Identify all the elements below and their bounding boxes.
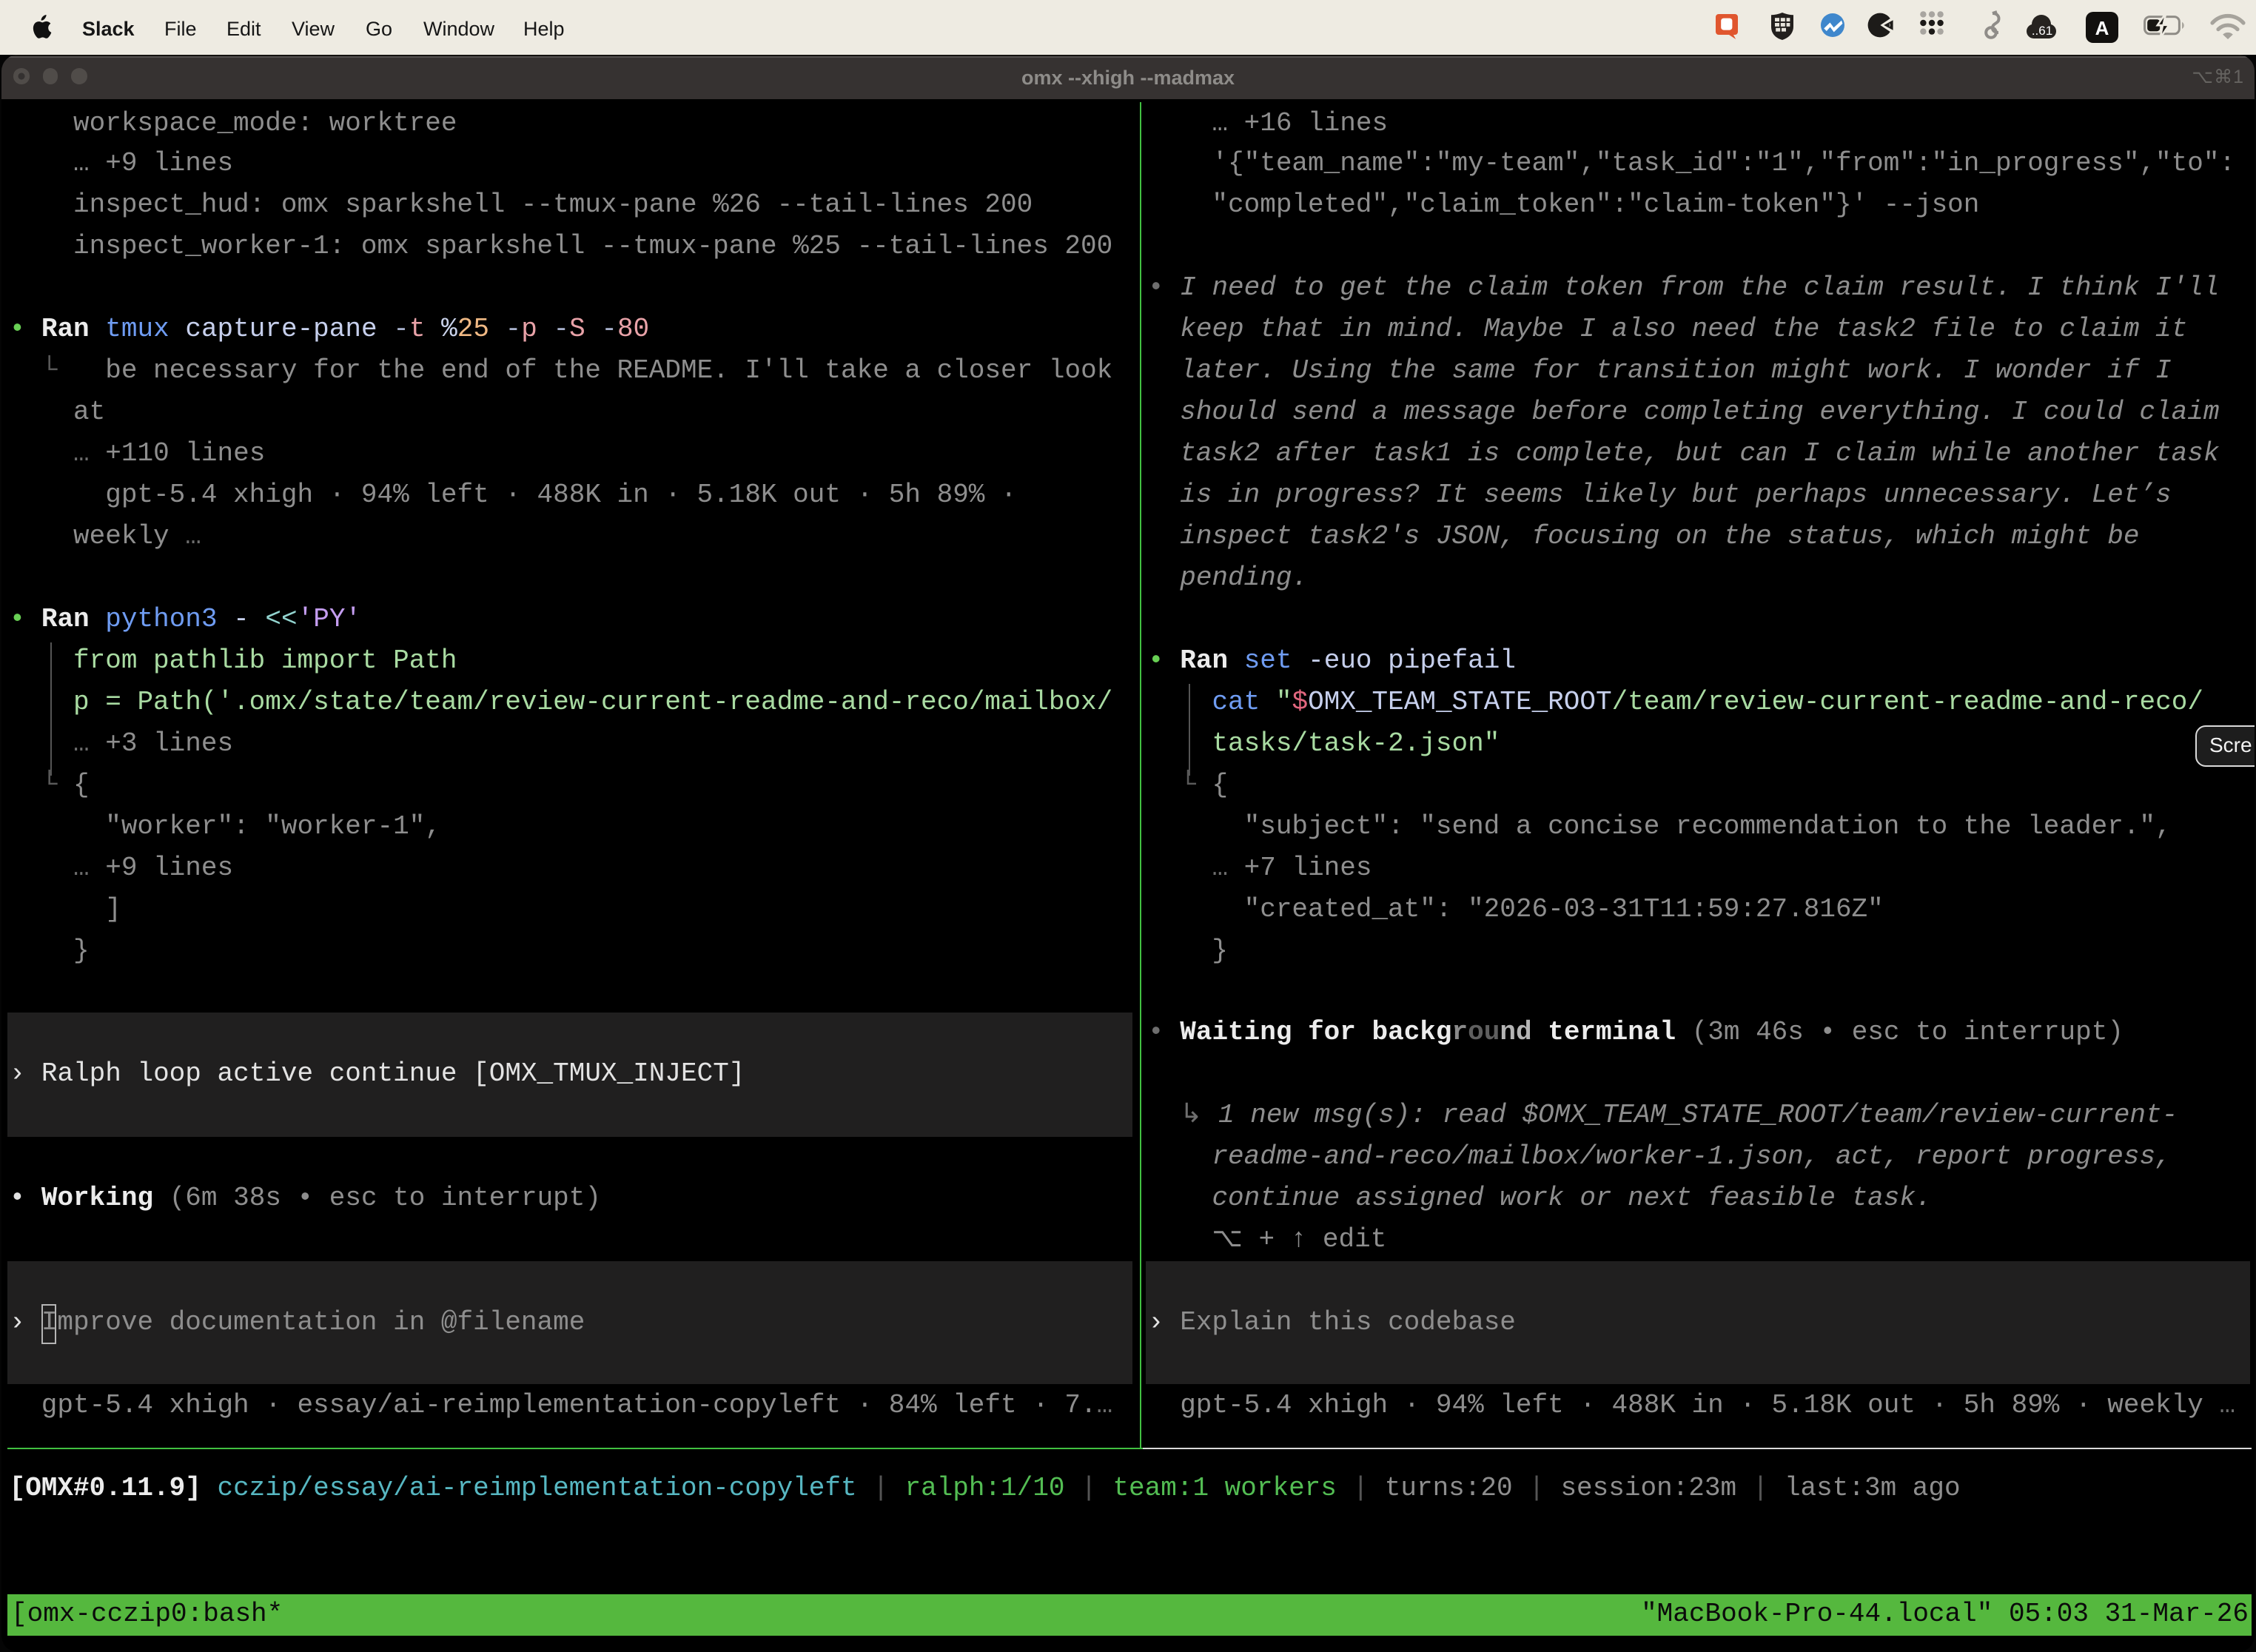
svg-text:..61: ..61 (2032, 24, 2052, 38)
svg-text:A: A (2095, 17, 2109, 39)
